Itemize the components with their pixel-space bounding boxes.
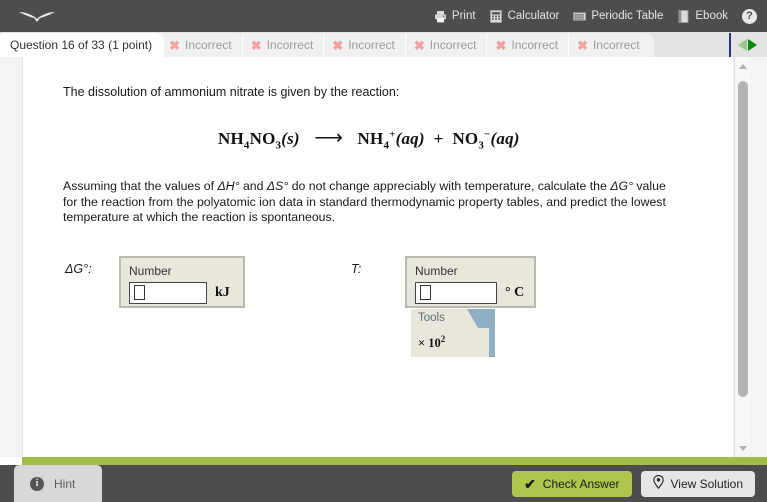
x-mark-icon: ✖ xyxy=(250,37,262,53)
tab-incorrect-2[interactable]: ✖ Incorrect xyxy=(241,33,328,57)
ebook-icon xyxy=(677,9,690,23)
tab-incorrect-1[interactable]: ✖ Incorrect xyxy=(160,33,246,57)
print-button[interactable]: Print xyxy=(434,10,476,23)
view-solution-label: View Solution xyxy=(670,476,744,491)
calculator-button[interactable]: Calculator xyxy=(490,9,560,23)
lightbulb-pin-icon xyxy=(652,475,664,492)
scientific-notation-button[interactable]: × 102 xyxy=(418,334,445,351)
periodic-table-button[interactable]: Periodic Table xyxy=(573,10,663,23)
view-solution-button[interactable]: View Solution xyxy=(640,470,755,497)
ebook-button[interactable]: Ebook xyxy=(677,9,728,23)
temperature-label: T: xyxy=(351,261,362,276)
wings-logo-icon[interactable] xyxy=(16,6,58,26)
top-toolbar: Print Calculator Periodic Table Ebook ? xyxy=(0,0,767,32)
equation-reactant: NH4NO3(s) xyxy=(218,129,300,152)
ebook-label: Ebook xyxy=(695,10,728,22)
checkmark-icon: ✔ xyxy=(524,475,536,492)
scrollbar-thumb[interactable] xyxy=(738,81,748,397)
temperature-number-caption: Number xyxy=(415,263,458,278)
x-mark-icon: ✖ xyxy=(577,37,588,53)
tab-incorrect-2-label: Incorrect xyxy=(266,38,314,52)
left-gutter xyxy=(0,57,23,457)
accent-bar xyxy=(22,457,767,465)
tab-incorrect-1-label: Incorrect xyxy=(185,38,232,52)
tab-incorrect-3-label: Incorrect xyxy=(348,38,395,52)
footer-actions: ✔ Check Answer View Solution xyxy=(512,470,755,497)
x-mark-icon: ✖ xyxy=(413,37,425,53)
gibbs-energy-unit: kJ xyxy=(215,284,230,300)
answer-inputs-row: ΔG°: Number kJ T: Number ° C Tools × 102 xyxy=(63,255,703,376)
temperature-number-box: Number ° C xyxy=(405,255,536,308)
scientific-notation-exponent: 2 xyxy=(440,333,446,344)
scientific-notation-label: × 10 xyxy=(418,335,441,350)
chemical-equation: NH4NO3(s) ⟶ NH4+(aq) + NO3−(aq) xyxy=(63,125,703,151)
check-answer-label: Check Answer xyxy=(542,476,620,491)
calculator-icon xyxy=(490,9,503,23)
printer-icon xyxy=(434,10,447,23)
text-caret-icon xyxy=(420,285,431,301)
question-tab-strip: Question 16 of 33 (1 point) ✖ Incorrect … xyxy=(0,32,767,58)
equation-product-2: NO3−(aq) xyxy=(452,128,520,152)
tab-current-question-label: Question 16 of 33 (1 point) xyxy=(10,38,153,52)
question-content-area: The dissolution of ammonium nitrate is g… xyxy=(0,57,767,457)
info-icon: i xyxy=(30,476,44,491)
x-mark-icon: ✖ xyxy=(169,37,180,53)
hint-label: Hint xyxy=(54,476,76,491)
tab-incorrect-5-label: Incorrect xyxy=(511,38,559,52)
print-label: Print xyxy=(451,10,476,22)
equation-product-1: NH4+(aq) xyxy=(357,128,425,152)
tools-panel-body: × 102 xyxy=(411,327,489,357)
hint-button[interactable]: i Hint xyxy=(14,465,102,502)
content-scrollbar[interactable] xyxy=(734,57,751,457)
x-mark-icon: ✖ xyxy=(332,37,344,53)
tab-incorrect-4-label: Incorrect xyxy=(429,38,477,52)
prev-next-arrows-icon[interactable] xyxy=(729,33,767,57)
tools-panel-title[interactable]: Tools xyxy=(411,308,478,328)
question-body-text: Assuming that the values of ΔH° and ΔS° … xyxy=(63,179,666,225)
reaction-arrow-icon: ⟶ xyxy=(314,127,344,149)
gibbs-energy-label: ΔG°: xyxy=(65,261,92,276)
temperature-input[interactable] xyxy=(415,281,497,304)
question-intro-text: The dissolution of ammonium nitrate is g… xyxy=(63,85,400,99)
gibbs-energy-input[interactable] xyxy=(129,281,207,304)
question-page: The dissolution of ammonium nitrate is g… xyxy=(23,57,733,457)
periodic-table-label: Periodic Table xyxy=(591,10,664,22)
text-caret-icon xyxy=(134,285,145,301)
temperature-unit: ° C xyxy=(505,284,525,300)
tab-current-question[interactable]: Question 16 of 33 (1 point) xyxy=(0,33,165,57)
tab-incorrect-3[interactable]: ✖ Incorrect xyxy=(323,33,409,57)
help-question-icon[interactable]: ? xyxy=(742,8,757,24)
gibbs-number-caption: Number xyxy=(129,263,172,278)
toolbar-actions: Print Calculator Periodic Table Ebook ? xyxy=(434,8,757,24)
tab-incorrect-5[interactable]: ✖ Incorrect xyxy=(486,33,573,57)
tools-panel: Tools × 102 xyxy=(411,308,495,357)
periodic-table-icon xyxy=(573,10,587,23)
tab-incorrect-6[interactable]: ✖ Incorrect xyxy=(568,33,654,57)
tab-incorrect-4[interactable]: ✖ Incorrect xyxy=(404,33,491,57)
right-gutter xyxy=(750,57,767,457)
x-mark-icon: ✖ xyxy=(495,37,507,53)
gibbs-energy-number-box: Number kJ xyxy=(119,255,245,308)
tab-incorrect-6-label: Incorrect xyxy=(592,38,640,52)
check-answer-button[interactable]: ✔ Check Answer xyxy=(512,470,632,497)
calculator-label: Calculator xyxy=(507,10,560,22)
scroll-down-arrow-icon[interactable] xyxy=(735,441,751,455)
equation-plus-sign: + xyxy=(429,129,448,148)
scroll-up-arrow-icon[interactable] xyxy=(735,59,751,73)
footer-bar: ✔ Check Answer View Solution xyxy=(0,465,767,502)
